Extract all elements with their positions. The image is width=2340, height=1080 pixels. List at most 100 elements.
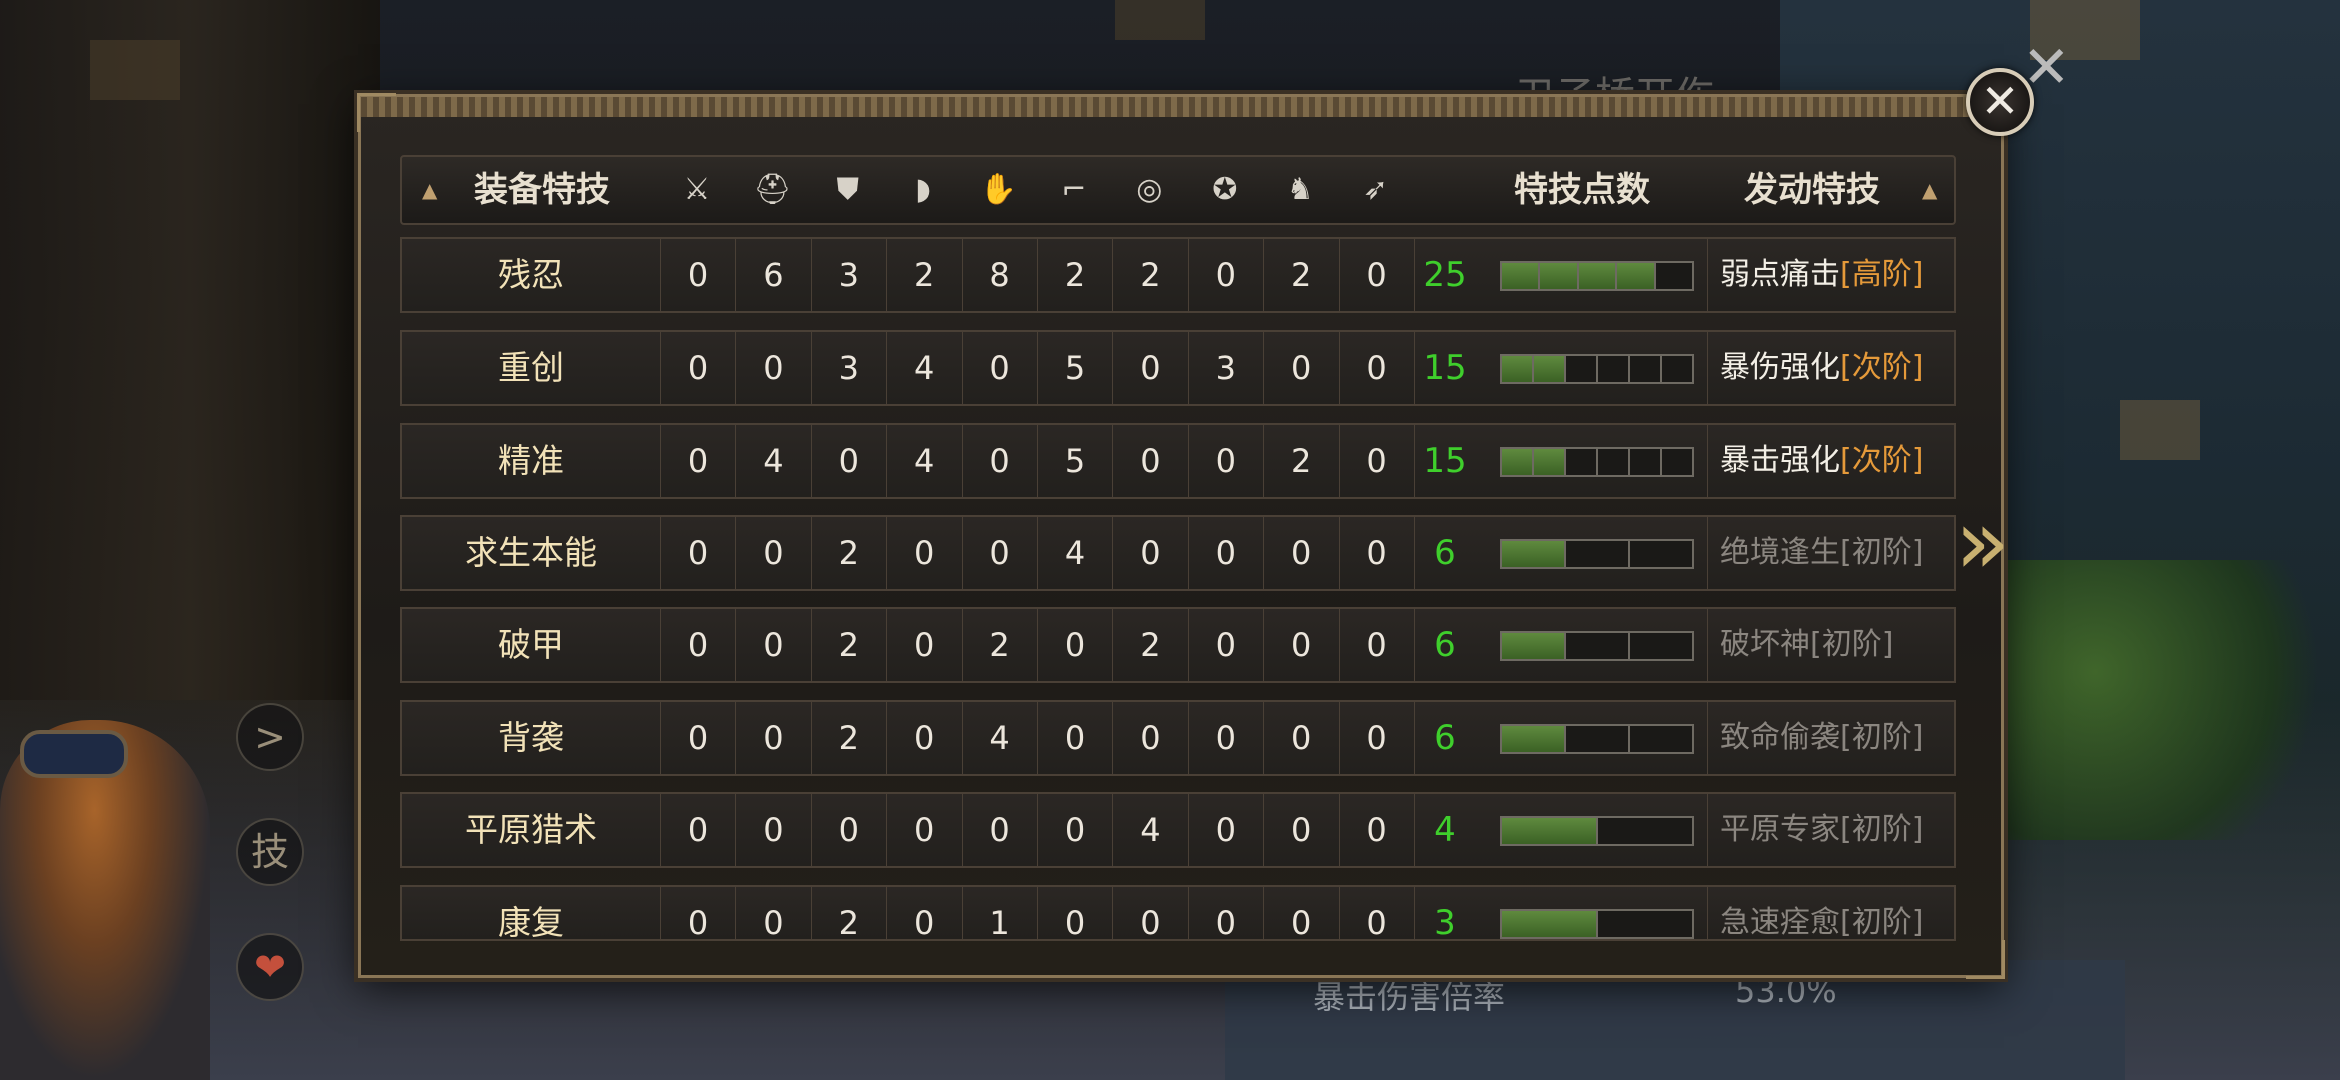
progress-segment-empty bbox=[1630, 633, 1692, 659]
skill-name: 精准 bbox=[498, 441, 564, 480]
slot-value: 0 bbox=[1263, 702, 1338, 774]
activated-skill-name: 暴击强化 bbox=[1720, 443, 1840, 478]
activated-skill[interactable]: 绝境逢生[初阶] bbox=[1707, 517, 1952, 589]
slot-value: 4 bbox=[1037, 517, 1112, 589]
skill-button[interactable]: 技 bbox=[236, 818, 304, 886]
slot-value: 2 bbox=[1112, 239, 1187, 311]
activated-skill[interactable]: 弱点痛击[高阶] bbox=[1707, 239, 1952, 311]
slot-value: 0 bbox=[735, 887, 810, 939]
activated-skill[interactable]: 暴击强化[次阶] bbox=[1707, 425, 1952, 497]
activated-skill[interactable]: 破坏神[初阶] bbox=[1707, 609, 1952, 681]
slot-value: 4 bbox=[1112, 794, 1187, 866]
table-row[interactable]: 重创 0 0 3 4 0 5 0 3 0 0 15 暴伤强化[次阶] bbox=[400, 330, 1956, 406]
expand-button[interactable]: > bbox=[236, 703, 304, 771]
slot-value: 2 bbox=[810, 887, 886, 939]
table-row[interactable]: 求生本能 0 0 2 0 0 4 0 0 0 0 6 绝境逢生[初阶] bbox=[400, 515, 1956, 591]
skill-progress-bar bbox=[1500, 354, 1694, 384]
skill-icon: 技 bbox=[250, 830, 289, 874]
progress-segment-filled bbox=[1502, 726, 1566, 752]
slot-value: 0 bbox=[1112, 517, 1187, 589]
activated-skill-name: 致命偷袭 bbox=[1720, 720, 1840, 755]
progress-segment-filled bbox=[1502, 633, 1566, 659]
activated-skill-name: 破坏神 bbox=[1720, 627, 1810, 662]
header-active-skill[interactable]: 发动特技 bbox=[1702, 157, 1922, 223]
activated-skill[interactable]: 暴伤强化[次阶] bbox=[1707, 332, 1952, 404]
slot-value: 0 bbox=[961, 794, 1037, 866]
slot-value: 8 bbox=[961, 239, 1037, 311]
skill-name: 康复 bbox=[498, 903, 564, 941]
slot-value: 0 bbox=[1187, 794, 1263, 866]
table-row[interactable]: 破甲 0 0 2 0 2 0 2 0 0 0 6 破坏神[初阶] bbox=[400, 607, 1956, 683]
skill-name: 重创 bbox=[498, 348, 564, 387]
close-icon: ✕ bbox=[1980, 74, 2020, 128]
sort-up-icon[interactable]: ▲ bbox=[1922, 157, 1937, 223]
slot-value: 0 bbox=[886, 609, 961, 681]
activated-skill-tier: [初阶] bbox=[1840, 812, 1924, 847]
slot-value: 3 bbox=[810, 332, 886, 404]
slot-value: 0 bbox=[660, 702, 735, 774]
slot-value: 5 bbox=[1037, 332, 1112, 404]
header-equipment-skill[interactable]: 装备特技 bbox=[442, 157, 642, 223]
character-goggles bbox=[20, 730, 128, 778]
table-row[interactable]: 背袭 0 0 2 0 4 0 0 0 0 0 6 致命偷袭[初阶] bbox=[400, 700, 1956, 776]
slot-value: 0 bbox=[1263, 794, 1338, 866]
slot-value: 0 bbox=[1112, 887, 1187, 939]
progress-segment-empty bbox=[1662, 449, 1692, 475]
progress-segment-empty bbox=[1598, 911, 1692, 937]
slot-value: 4 bbox=[961, 702, 1037, 774]
slot-value: 0 bbox=[735, 794, 810, 866]
shield-icon: ◎ bbox=[1136, 172, 1163, 207]
sort-up-icon[interactable]: ▲ bbox=[422, 157, 437, 223]
skill-name: 背袭 bbox=[498, 718, 564, 757]
slot-value: 0 bbox=[1338, 702, 1414, 774]
activated-skill-name: 急速痊愈 bbox=[1720, 905, 1840, 940]
slot-value: 0 bbox=[1037, 794, 1112, 866]
activated-skill[interactable]: 平原专家[初阶] bbox=[1707, 794, 1952, 866]
slot-value: 3 bbox=[1187, 332, 1263, 404]
progress-segment-filled bbox=[1502, 449, 1534, 475]
skill-points: 6 bbox=[1414, 609, 1475, 681]
table-row[interactable]: 残忍 0 6 3 2 8 2 2 0 2 0 25 弱点痛击[高阶] bbox=[400, 237, 1956, 313]
progress-segment-empty bbox=[1598, 356, 1630, 382]
slot-value: 2 bbox=[810, 609, 886, 681]
skill-name: 平原猎术 bbox=[465, 810, 597, 849]
slot-value: 0 bbox=[660, 517, 735, 589]
favorite-button[interactable]: ❤ bbox=[236, 933, 304, 1001]
progress-segment-filled bbox=[1502, 911, 1598, 937]
slot-value: 2 bbox=[1263, 425, 1338, 497]
next-page-arrow[interactable]: » bbox=[1955, 498, 2010, 588]
slot-value: 5 bbox=[1037, 425, 1112, 497]
slot-value: 0 bbox=[1112, 332, 1187, 404]
skill-name: 求生本能 bbox=[465, 533, 597, 572]
table-row[interactable]: 精准 0 4 0 4 0 5 0 0 2 0 15 暴击强化[次阶] bbox=[400, 423, 1956, 499]
skill-points: 15 bbox=[1414, 425, 1475, 497]
slot-value: 0 bbox=[886, 887, 961, 939]
slot-value: 0 bbox=[660, 609, 735, 681]
slot-value: 0 bbox=[1187, 887, 1263, 939]
slot-value: 0 bbox=[1263, 609, 1338, 681]
activated-skill[interactable]: 致命偷袭[初阶] bbox=[1707, 702, 1952, 774]
panel-ornament-bar bbox=[361, 97, 2001, 117]
slot-value: 0 bbox=[1263, 517, 1338, 589]
activated-skill[interactable]: 急速痊愈[初阶] bbox=[1707, 887, 1952, 940]
slot-value: 3 bbox=[810, 239, 886, 311]
skill-progress-bar bbox=[1500, 631, 1694, 661]
slot-value: 0 bbox=[660, 887, 735, 939]
slot-value: 0 bbox=[1037, 887, 1112, 939]
activated-skill-tier: [初阶] bbox=[1840, 720, 1924, 755]
stat-label: 暴击伤害倍率 bbox=[1313, 978, 1506, 1016]
slot-value: 0 bbox=[810, 425, 886, 497]
progress-segment-filled bbox=[1502, 541, 1566, 567]
progress-segment-filled bbox=[1534, 356, 1566, 382]
table-row[interactable]: 平原猎术 0 0 0 0 0 0 4 0 0 0 4 平原专家[初阶] bbox=[400, 792, 1956, 868]
slot-value: 2 bbox=[961, 609, 1037, 681]
progress-segment-empty bbox=[1566, 449, 1598, 475]
skill-points: 15 bbox=[1414, 332, 1475, 404]
background-foliage bbox=[1990, 560, 2340, 840]
skill-name: 破甲 bbox=[498, 625, 564, 664]
header-skill-points[interactable]: 特技点数 bbox=[1462, 157, 1702, 223]
bow-icon: ➶ bbox=[1363, 172, 1389, 207]
table-row[interactable]: 康复 0 0 2 0 1 0 0 0 0 0 3 急速痊愈[初阶] bbox=[400, 885, 1956, 941]
close-button[interactable]: ✕ bbox=[1966, 68, 2034, 136]
activated-skill-tier: [初阶] bbox=[1810, 627, 1894, 662]
